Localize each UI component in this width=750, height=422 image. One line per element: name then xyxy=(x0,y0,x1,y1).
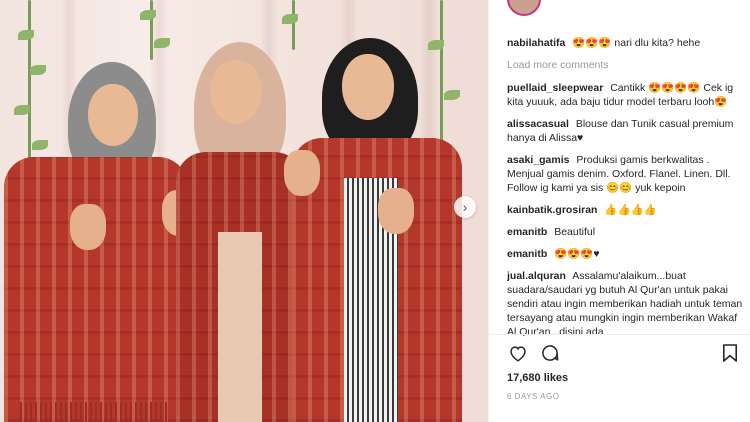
divider xyxy=(489,334,750,335)
vine xyxy=(150,0,153,60)
hand xyxy=(378,188,414,234)
comment-text: 👍👍👍👍 xyxy=(604,204,657,216)
comment: nabilahatifa 😍😍😍 nari dlu kita? hehe xyxy=(507,36,747,50)
leaf xyxy=(154,38,170,48)
person-right xyxy=(284,38,464,422)
person-left xyxy=(0,62,198,422)
carousel-next-button[interactable]: › xyxy=(454,196,476,218)
dress xyxy=(218,232,262,422)
hand xyxy=(284,150,320,196)
post-photo[interactable]: › xyxy=(0,0,488,422)
comment: emanitb Beautiful xyxy=(507,225,747,239)
comment-username[interactable]: kainbatik.grosiran xyxy=(507,204,597,216)
avatar[interactable] xyxy=(507,0,541,16)
heart-icon xyxy=(510,346,526,362)
comment-text: 😍😍😍 nari dlu kita? hehe xyxy=(572,37,701,49)
bookmark-icon xyxy=(722,344,738,362)
comment: emanitb 😍😍😍♥ xyxy=(507,247,747,261)
comment-username[interactable]: nabilahatifa xyxy=(507,37,565,49)
face xyxy=(210,60,262,124)
comment: asaki_gamis Produksi gamis berkwalitas .… xyxy=(507,153,747,195)
chevron-right-icon: › xyxy=(462,199,468,215)
comment-text: Beautiful xyxy=(554,226,596,238)
face xyxy=(342,54,394,120)
comment: puellaid_sleepwear Cantikk 😍😍😍😍 Cek ig k… xyxy=(507,81,747,109)
shawl-fringe xyxy=(20,402,170,422)
post-timestamp: 6 DAYS AGO xyxy=(507,392,560,401)
comment-username[interactable]: puellaid_sleepwear xyxy=(507,82,603,94)
face xyxy=(88,84,138,146)
comment: jual.alquran Assalamu'alaikum...buat sua… xyxy=(507,269,747,336)
comment-text: 😍😍😍♥ xyxy=(554,248,600,260)
leaf xyxy=(282,14,298,24)
comments-list: nabilahatifa 😍😍😍 nari dlu kita? hehe Loa… xyxy=(507,36,747,336)
comment: alissacasual Blouse dan Tunik casual pre… xyxy=(507,117,747,145)
leaf xyxy=(140,10,156,20)
comment-username[interactable]: asaki_gamis xyxy=(507,154,569,166)
comment-username[interactable]: emanitb xyxy=(507,248,547,260)
comment: kainbatik.grosiran 👍👍👍👍 xyxy=(507,203,747,217)
comment-username[interactable]: alissacasual xyxy=(507,118,569,130)
leaf xyxy=(18,30,34,40)
load-more-comments-link[interactable]: Load more comments xyxy=(507,58,747,72)
comment-button[interactable] xyxy=(539,342,561,364)
comment-icon xyxy=(542,345,559,361)
save-button[interactable] xyxy=(719,342,741,364)
hand xyxy=(70,204,106,250)
comment-username[interactable]: jual.alquran xyxy=(507,270,566,282)
post-side-panel: nabilahatifa 😍😍😍 nari dlu kita? hehe Loa… xyxy=(488,0,750,422)
shawl xyxy=(4,157,188,422)
comment-username[interactable]: emanitb xyxy=(507,226,547,238)
person-middle xyxy=(176,42,306,422)
likes-count[interactable]: 17,680 likes xyxy=(507,372,568,384)
like-button[interactable] xyxy=(507,342,529,364)
post-actions xyxy=(507,342,739,364)
